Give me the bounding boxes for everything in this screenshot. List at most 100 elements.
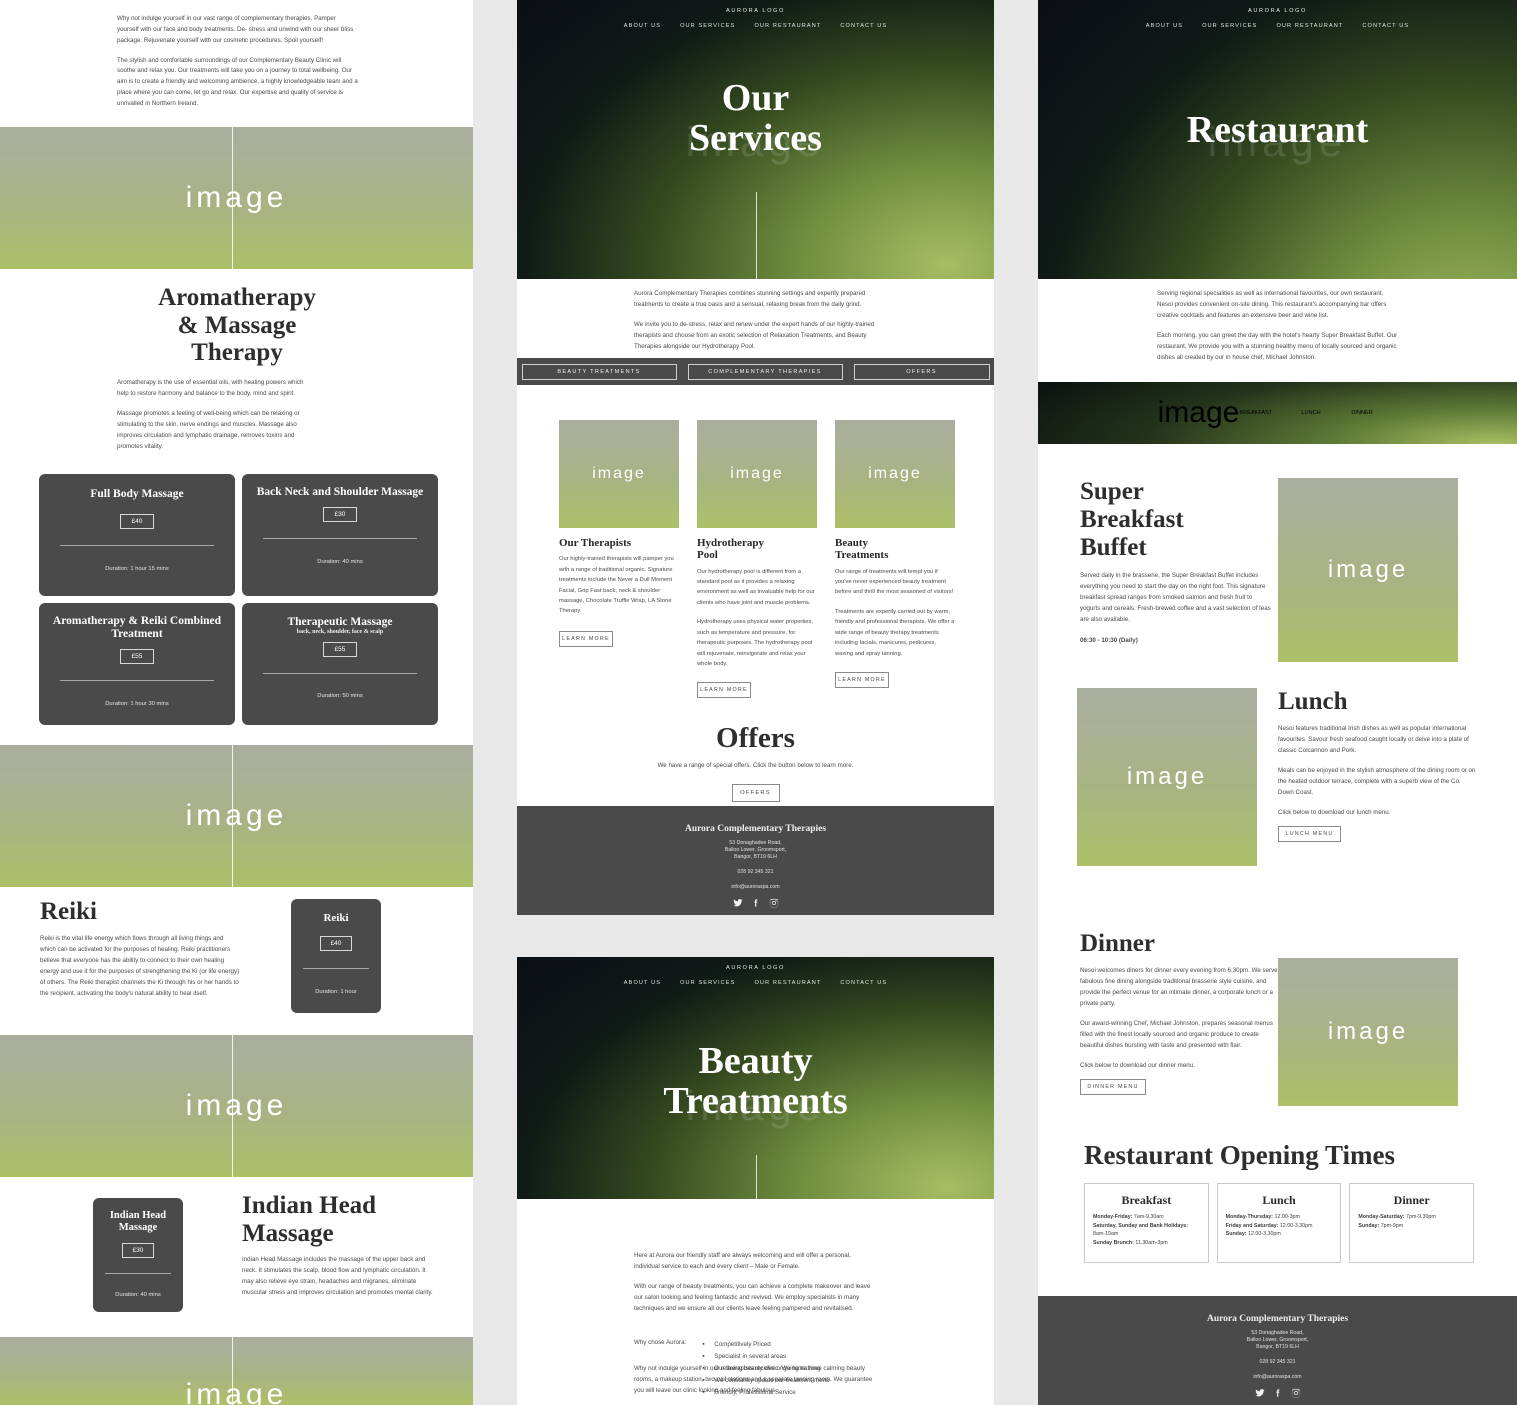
opening-times-label: Sunday:: [1358, 1222, 1380, 1229]
treatment-cards-grid: Full Body Massage £40 Duration: 1 hour 1…: [39, 474, 438, 725]
service-card-hydrotherapy: image Hydrotherapy Pool Our hydrotherapy…: [697, 420, 817, 699]
treatment-card[interactable]: Therapeutic Massage back, neck, shoulder…: [242, 603, 438, 725]
indian-head-price-card[interactable]: Indian Head Massage £30 Duration: 40 min…: [93, 1198, 183, 1312]
therapies-intro: Why not indulge yourself in our vast ran…: [117, 14, 359, 110]
twitter-icon[interactable]: [732, 898, 743, 908]
instagram-icon[interactable]: [1291, 1388, 1301, 1398]
tab-complementary-therapies[interactable]: COMPLEMENTARY THERAPIES: [687, 363, 843, 380]
learn-more-button[interactable]: LEARN MORE: [559, 630, 613, 647]
learn-more-button[interactable]: LEARN MORE: [835, 672, 889, 688]
image-placeholder-label: image: [1126, 763, 1208, 790]
footer-social-links: [1038, 1388, 1517, 1398]
treatment-card-title: Aromatherapy & Reiki Combined Treatment: [52, 615, 222, 641]
learn-more-button[interactable]: LEARN MORE: [697, 682, 751, 699]
nav-item-about-us[interactable]: ABOUT US: [1146, 23, 1183, 29]
footer-phone[interactable]: 028 92 345 321: [1038, 1359, 1517, 1365]
nav-item-our-restaurant[interactable]: OUR RESTAURANT: [1276, 23, 1343, 29]
nav-item-our-restaurant[interactable]: OUR RESTAURANT: [754, 23, 821, 29]
opening-times-value: 12.00-3.30pm: [1248, 1231, 1281, 1238]
service-card-image: image: [697, 420, 817, 528]
nav-item-our-services[interactable]: OUR SERVICES: [680, 980, 735, 986]
site-nav: ABOUT US OUR SERVICES OUR RESTAURANT CON…: [517, 980, 994, 986]
reiki-card-price: £40: [319, 936, 353, 951]
nav-item-contact-us[interactable]: CONTACT US: [840, 23, 887, 29]
lunch-title: Lunch: [1278, 688, 1348, 715]
tab-breakfast[interactable]: BREAKFAST: [1239, 406, 1295, 420]
service-card-title-line1: Beauty: [835, 537, 868, 549]
lunch-para-3: Click below to download our lunch menu.: [1278, 809, 1391, 817]
instagram-icon[interactable]: [769, 898, 779, 908]
aromatherapy-para-2: Massage promotes a feeling of well-being…: [117, 409, 300, 450]
nav-item-about-us[interactable]: ABOUT US: [624, 23, 661, 29]
dinner-copy: Nesoi welcomes diners for dinner every e…: [1080, 965, 1278, 1071]
treatment-card[interactable]: Back Neck and Shoulder Massage £30 Durat…: [242, 474, 438, 596]
treatment-card-price: £40: [119, 514, 155, 529]
nav-item-about-us[interactable]: ABOUT US: [624, 980, 661, 986]
reiki-card-duration: Duration: 1 hour: [315, 989, 357, 995]
hero-vertical-rule: [755, 192, 757, 279]
twitter-icon[interactable]: [1254, 1388, 1265, 1398]
service-card-para: Our range of treatments will tempt you i…: [835, 568, 954, 596]
therapies-image-band-1: image: [0, 127, 473, 269]
treatment-card[interactable]: Aromatherapy & Reiki Combined Treatment …: [39, 603, 235, 725]
nav-item-our-restaurant[interactable]: OUR RESTAURANT: [754, 980, 821, 986]
opening-times-card-dinner: Dinner Monday-Saturday: 7pm-9.30pm Sunda…: [1349, 1183, 1475, 1263]
offers-subtitle: We have a range of special offers. Click…: [657, 762, 854, 769]
service-card-title-line2: Treatments: [835, 549, 889, 562]
footer-email[interactable]: info@auroraspa.com: [517, 884, 994, 890]
opening-times-card-title: Dinner: [1393, 1193, 1430, 1207]
service-card-therapists: image Our Therapists Our highly-trained …: [559, 420, 679, 698]
site-logo[interactable]: AURORA LOGO: [517, 965, 994, 971]
lunch-menu-button[interactable]: LUNCH MENU: [1278, 826, 1341, 843]
facebook-icon[interactable]: [1273, 1388, 1283, 1398]
indian-head-title-line2: Massage: [242, 1219, 334, 1247]
treatment-card-price: £55: [119, 649, 155, 665]
breakfast-section: Super Breakfast Buffet Served daily in t…: [1080, 478, 1272, 644]
lunch-section: Lunch Nesoi features traditional Irish d…: [1278, 688, 1476, 843]
services-tab-bar: BEAUTY TREATMENTS COMPLEMENTARY THERAPIE…: [517, 358, 994, 385]
reiki-card-divider: [303, 968, 369, 969]
site-logo[interactable]: AURORA LOGO: [517, 8, 994, 14]
tab-offers[interactable]: OFFERS: [853, 363, 990, 380]
treatment-card-price: £55: [322, 642, 358, 657]
tab-dinner[interactable]: DINNER: [1351, 406, 1397, 420]
reiki-price-card[interactable]: Reiki £40 Duration: 1 hour: [291, 899, 381, 1013]
lunch-para-2: Meals can be enjoyed in the stylish atmo…: [1278, 767, 1476, 797]
services-hero-title-line1: Our: [721, 77, 790, 119]
treatment-card[interactable]: Full Body Massage £40 Duration: 1 hour 1…: [39, 474, 235, 596]
indian-head-section: Indian Head Massage Indian Head Massage …: [242, 1192, 438, 1298]
service-card-title: Our Therapists: [559, 537, 632, 549]
opening-times-label: Monday-Friday:: [1093, 1214, 1133, 1220]
opening-times-line: Monday-Thursday: 12.00-3pm: [1226, 1213, 1333, 1222]
nav-item-contact-us[interactable]: CONTACT US: [840, 980, 887, 986]
nav-item-contact-us[interactable]: CONTACT US: [1362, 23, 1409, 29]
opening-times-grid: Breakfast Monday-Friday: 7am-9.30am Satu…: [1084, 1183, 1475, 1263]
treatment-card-duration: Duration: 50 mins: [317, 693, 363, 699]
footer-phone[interactable]: 028 92 345 321: [517, 869, 994, 875]
site-logo[interactable]: AURORA LOGO: [1038, 8, 1517, 14]
services-intro-para-1: Aurora Complementary Therapies combines …: [634, 290, 866, 309]
beauty-hero: AURORA LOGO ABOUT US OUR SERVICES OUR RE…: [517, 957, 994, 1199]
reiki-section: Reiki Reiki is the vital life energy whi…: [40, 898, 240, 999]
tab-beauty-treatments[interactable]: BEAUTY TREATMENTS: [521, 363, 677, 380]
treatment-card-divider: [59, 545, 215, 546]
breakfast-title-line2: Breakfast: [1080, 506, 1184, 533]
opening-times-card-title: Breakfast: [1121, 1193, 1172, 1207]
restaurant-page: AURORA LOGO ABOUT US OUR SERVICES OUR RE…: [1038, 0, 1517, 1405]
aromatherapy-copy: Aromatherapy is the use of essential oil…: [117, 377, 313, 452]
tab-lunch[interactable]: LUNCH: [1301, 406, 1345, 420]
footer-address-line-2: Balloo Lower, Groomsport,: [724, 847, 787, 853]
services-hero-title-line2: Services: [689, 116, 822, 159]
offers-button[interactable]: OFFERS: [731, 784, 780, 802]
restaurant-intro-para-2: Each morning, you can greet the day with…: [1157, 332, 1398, 362]
treatment-card-divider: [262, 538, 418, 540]
footer-email[interactable]: info@auroraspa.com: [1038, 1374, 1517, 1380]
image-divider-line: [232, 1035, 233, 1177]
nav-item-our-services[interactable]: OUR SERVICES: [680, 23, 735, 29]
image-placeholder-label: image: [868, 465, 922, 482]
treatment-card-title: Back Neck and Shoulder Massage: [256, 486, 424, 498]
dinner-menu-button[interactable]: DINNER MENU: [1080, 1079, 1146, 1096]
nav-item-our-services[interactable]: OUR SERVICES: [1202, 23, 1257, 29]
treatment-card-duration: Duration: 1 hour 30 mins: [105, 701, 169, 708]
facebook-icon[interactable]: [751, 898, 761, 908]
